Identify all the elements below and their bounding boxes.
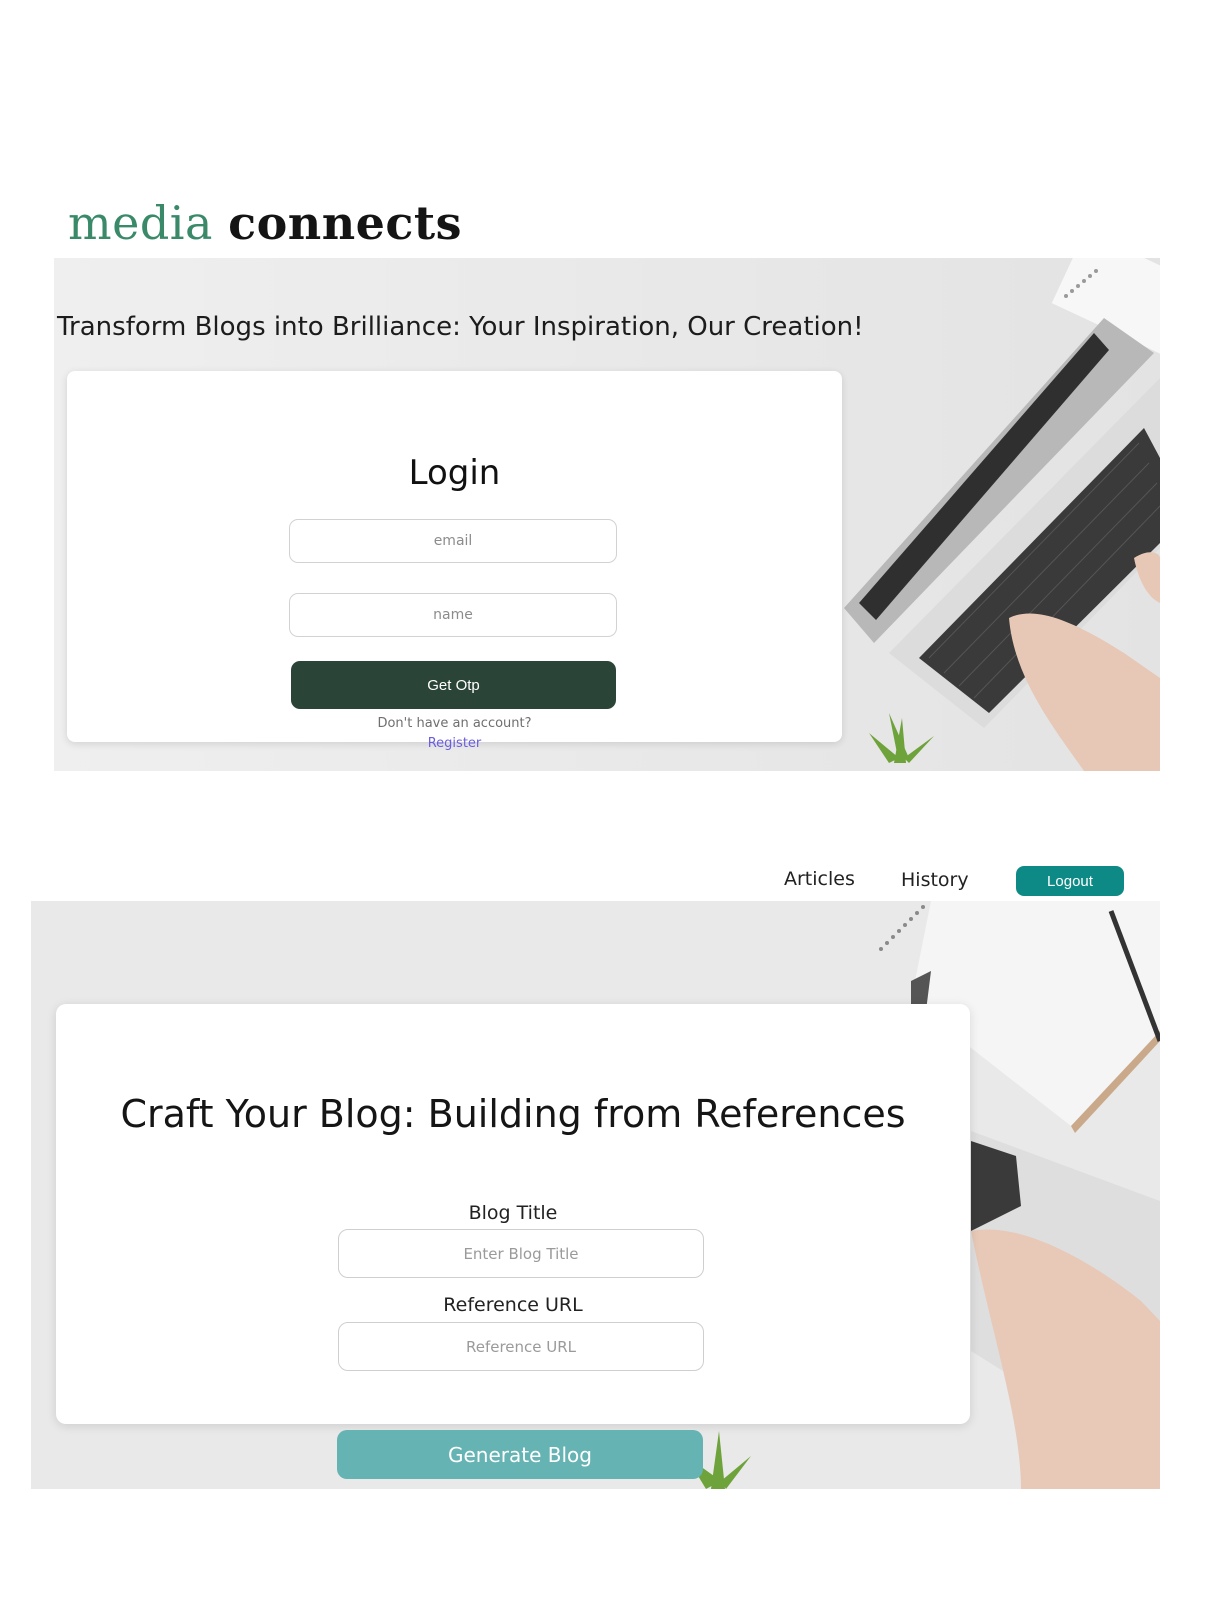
logout-button[interactable]: Logout bbox=[1016, 866, 1124, 896]
email-placeholder: email bbox=[433, 533, 473, 549]
brand-part-connects: connects bbox=[228, 196, 463, 250]
login-card: Login email name Get Otp Don't have an a… bbox=[67, 371, 842, 751]
nav-item-articles[interactable]: Articles bbox=[784, 868, 855, 890]
login-title: Login bbox=[408, 453, 501, 493]
blog-title-input[interactable]: Enter Blog Title bbox=[338, 1229, 704, 1278]
reference-url-label: Reference URL bbox=[443, 1294, 583, 1316]
brand-part-media: media bbox=[68, 196, 213, 250]
blog-title-label: Blog Title bbox=[468, 1202, 558, 1224]
no-account-text: Don't have an account? bbox=[377, 716, 532, 731]
tagline: Transform Blogs into Brilliance: Your In… bbox=[57, 312, 864, 342]
blog-title-placeholder: Enter Blog Title bbox=[463, 1244, 579, 1263]
get-otp-button[interactable]: Get Otp bbox=[291, 661, 616, 709]
reference-url-placeholder: Reference URL bbox=[465, 1337, 577, 1356]
blog-form-card: Craft Your Blog: Building from Reference… bbox=[56, 1004, 970, 1424]
reference-url-input[interactable]: Reference URL bbox=[338, 1322, 704, 1371]
blog-form-title: Craft Your Blog: Building from Reference… bbox=[120, 1092, 906, 1136]
name-input[interactable]: name bbox=[289, 593, 617, 637]
name-placeholder: name bbox=[433, 607, 473, 623]
register-link[interactable]: Register bbox=[367, 736, 542, 751]
email-input[interactable]: email bbox=[289, 519, 617, 563]
generate-blog-button[interactable]: Generate Blog bbox=[337, 1430, 703, 1479]
nav-item-history[interactable]: History bbox=[901, 869, 969, 891]
brand-logo: media connects bbox=[68, 196, 462, 250]
